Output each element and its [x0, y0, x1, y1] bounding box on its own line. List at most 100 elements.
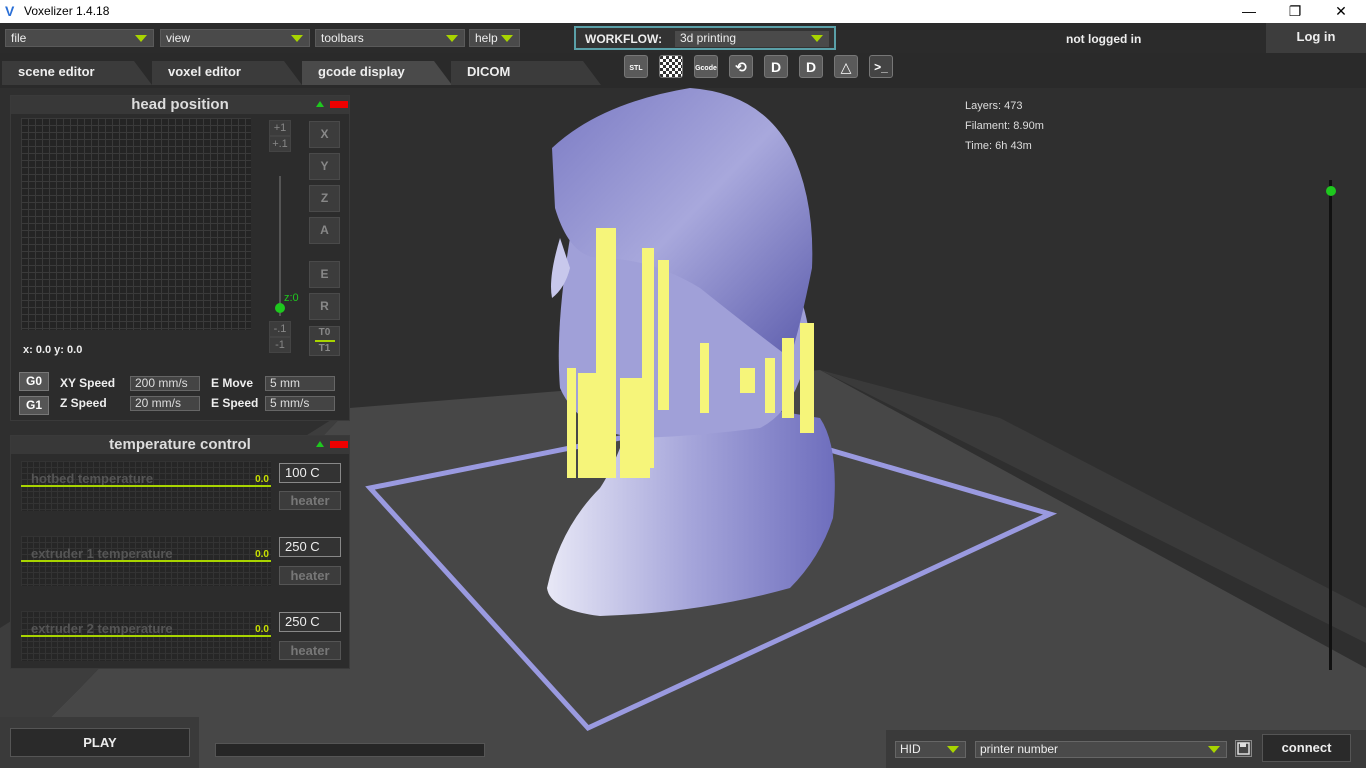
- extruder2-heater-button[interactable]: heater: [279, 641, 341, 660]
- close-panel-icon[interactable]: [330, 101, 348, 108]
- filament-length: Filament: 8.90m: [965, 120, 1044, 132]
- tool-select-button[interactable]: T0 T1: [309, 326, 340, 356]
- extruder2-temperature-graph: extruder 2 temperature 0.0: [21, 611, 271, 661]
- tab-voxel-editor[interactable]: voxel editor: [152, 61, 302, 85]
- workflow-value: 3d printing: [680, 31, 737, 45]
- connect-button[interactable]: connect: [1262, 734, 1351, 762]
- play-button[interactable]: PLAY: [10, 728, 190, 757]
- open-stl-icon[interactable]: STL: [624, 55, 648, 78]
- z-minus-1-button[interactable]: -1: [269, 337, 291, 353]
- d-up-icon[interactable]: D: [799, 55, 823, 78]
- layers-count: Layers: 473: [965, 100, 1023, 112]
- port-type-select[interactable]: HID: [895, 741, 966, 758]
- head-position-title: head position: [11, 96, 349, 114]
- home-a-button[interactable]: A: [309, 217, 340, 244]
- g0-button[interactable]: G0: [19, 372, 49, 391]
- close-panel-icon[interactable]: [330, 441, 348, 448]
- home-z-button[interactable]: Z: [309, 185, 340, 212]
- restore-button[interactable]: ❐: [1272, 0, 1318, 23]
- extruder1-temperature-label: extruder 1 temperature: [31, 546, 173, 561]
- z-plus-01-button[interactable]: +.1: [269, 136, 291, 152]
- tab-bar: scene editor voxel editor gcode display …: [0, 53, 1366, 88]
- hotbed-temperature-graph: hotbed temperature 0.0: [21, 461, 271, 511]
- extruder1-heater-button[interactable]: heater: [279, 566, 341, 585]
- workflow-label: WORKFLOW:: [585, 32, 663, 46]
- layer-slider-handle[interactable]: [1326, 186, 1336, 196]
- z-slider-track[interactable]: [279, 176, 281, 316]
- progress-bar: [215, 743, 485, 757]
- home-y-button[interactable]: Y: [309, 153, 340, 180]
- save-icon[interactable]: [1235, 740, 1252, 757]
- app-logo-icon: V: [5, 3, 15, 19]
- e-button[interactable]: E: [309, 261, 340, 288]
- z-speed-input[interactable]: 20 mm/s: [130, 396, 200, 411]
- login-status: not logged in: [1066, 32, 1142, 46]
- view-menu-label: view: [166, 31, 191, 45]
- z-plus-1-button[interactable]: +1: [269, 120, 291, 136]
- window-title: Voxelizer 1.4.18: [24, 4, 110, 18]
- z-speed-label: Z Speed: [60, 396, 107, 410]
- extruder2-target-input[interactable]: 250 C: [279, 612, 341, 632]
- tab-dicom[interactable]: DICOM: [451, 61, 601, 85]
- rotate-icon[interactable]: ⟲: [729, 55, 753, 78]
- port-type-value: HID: [900, 742, 921, 756]
- printer-select[interactable]: printer number: [975, 741, 1227, 758]
- layer-slider-track[interactable]: [1329, 180, 1332, 670]
- file-menu[interactable]: file: [5, 29, 154, 47]
- hotbed-temperature-label: hotbed temperature: [31, 471, 154, 486]
- hotbed-target-input[interactable]: 100 C: [279, 463, 341, 483]
- login-button[interactable]: Log in: [1266, 23, 1366, 53]
- toolbars-menu-label: toolbars: [321, 31, 364, 45]
- g1-button[interactable]: G1: [19, 396, 49, 415]
- close-window-button[interactable]: ✕: [1318, 0, 1364, 23]
- collapse-icon[interactable]: [316, 101, 324, 107]
- title-bar: V Voxelizer 1.4.18 — ❐ ✕: [0, 0, 1366, 23]
- temperature-line: [21, 560, 271, 562]
- temperature-line: [21, 635, 271, 637]
- z-value: z:0: [284, 292, 299, 304]
- r-button[interactable]: R: [309, 293, 340, 320]
- z-slider-handle[interactable]: [275, 303, 285, 313]
- z-minus-01-button[interactable]: -.1: [269, 321, 291, 337]
- chevron-down-icon: [811, 35, 823, 42]
- e-speed-label: E Speed: [211, 396, 259, 410]
- terminal-label: >_: [874, 60, 888, 74]
- toolbars-menu[interactable]: toolbars: [315, 29, 465, 47]
- head-position-panel: head position x: 0.0 y: 0.0 +1 +.1 z:0 -…: [10, 95, 350, 421]
- hotbed-temperature-value: 0.0: [255, 474, 269, 485]
- xy-jog-grid[interactable]: [21, 118, 251, 330]
- tool-t0[interactable]: T0: [310, 327, 339, 339]
- terminal-icon[interactable]: >_: [869, 55, 893, 78]
- extruder2-temperature-value: 0.0: [255, 624, 269, 635]
- tool-indicator: [314, 340, 335, 342]
- help-menu-label: help: [475, 31, 498, 45]
- extruder1-temperature-graph: extruder 1 temperature 0.0: [21, 536, 271, 586]
- extruder1-temperature-value: 0.0: [255, 549, 269, 560]
- minimize-button[interactable]: —: [1226, 0, 1272, 23]
- e-move-input[interactable]: 5 mm: [265, 376, 335, 391]
- xy-speed-input[interactable]: 200 mm/s: [130, 376, 200, 391]
- extruder2-temperature-label: extruder 2 temperature: [31, 621, 173, 636]
- help-menu[interactable]: help: [469, 29, 520, 47]
- open-gcode-icon[interactable]: Gcode: [694, 55, 718, 78]
- tool-t1[interactable]: T1: [310, 343, 339, 355]
- xy-readout: x: 0.0 y: 0.0: [23, 344, 83, 356]
- workflow-dropdown[interactable]: 3d printing: [675, 31, 829, 47]
- gcode-label: Gcode: [695, 65, 717, 72]
- floppy-icon: [1237, 742, 1250, 755]
- e-move-label: E Move: [211, 376, 254, 390]
- collapse-icon[interactable]: [316, 441, 324, 447]
- extruder1-target-input[interactable]: 250 C: [279, 537, 341, 557]
- menu-bar: file view toolbars help WORKFLOW: 3d pri…: [0, 23, 1366, 53]
- temperature-control-title: temperature control: [11, 436, 349, 454]
- hotbed-heater-button[interactable]: heater: [279, 491, 341, 510]
- e-speed-input[interactable]: 5 mm/s: [265, 396, 335, 411]
- home-x-button[interactable]: X: [309, 121, 340, 148]
- checker-icon[interactable]: [659, 55, 683, 78]
- file-menu-label: file: [11, 31, 27, 45]
- d-down-icon[interactable]: D: [764, 55, 788, 78]
- tab-gcode-display[interactable]: gcode display: [302, 61, 452, 85]
- tab-scene-editor[interactable]: scene editor: [2, 61, 152, 85]
- layers-icon[interactable]: △: [834, 55, 858, 78]
- view-menu[interactable]: view: [160, 29, 310, 47]
